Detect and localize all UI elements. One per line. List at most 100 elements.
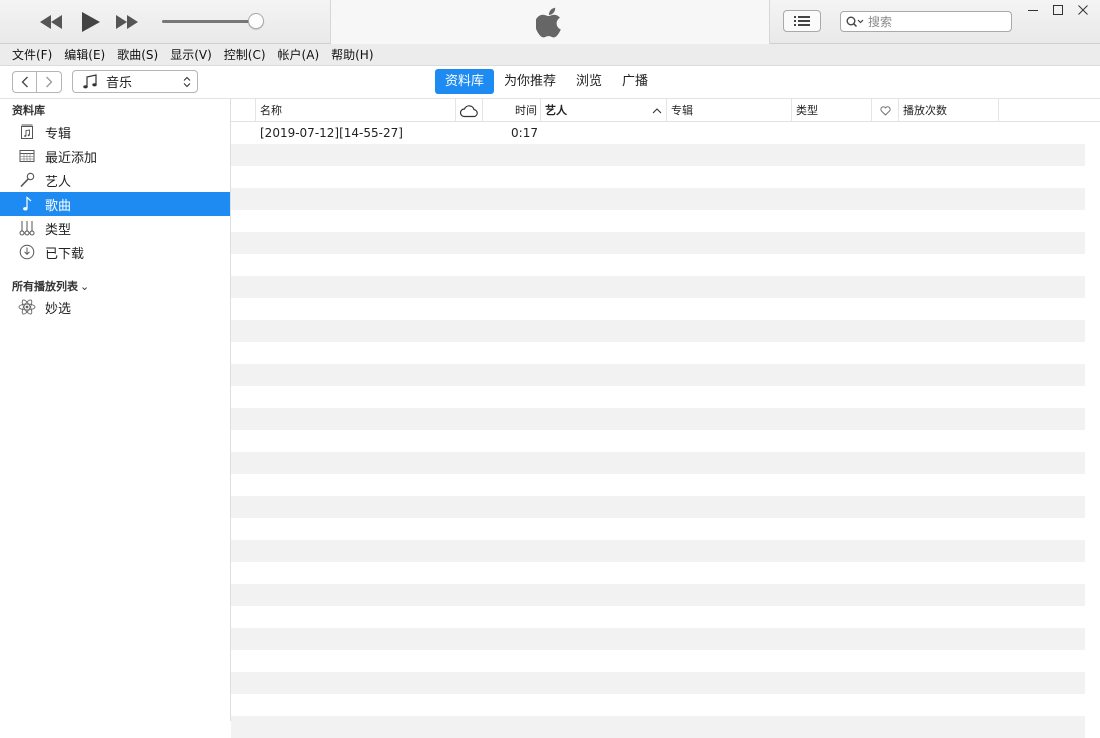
up-next-list-button[interactable] xyxy=(783,10,821,32)
search-icon xyxy=(846,16,864,27)
sidebar-item-label: 歌曲 xyxy=(45,198,72,214)
empty-table-row xyxy=(231,188,1085,210)
search-input[interactable] xyxy=(868,14,998,29)
empty-table-row xyxy=(231,210,1085,232)
player-bar xyxy=(0,0,1100,44)
empty-table-row xyxy=(231,386,1085,408)
sidebar-item-label: 类型 xyxy=(45,222,72,238)
chevron-down-icon: ⌄ xyxy=(80,280,90,293)
cloud-icon xyxy=(459,105,478,118)
music-note-icon xyxy=(18,195,36,213)
list-icon xyxy=(794,16,810,26)
genius-icon xyxy=(18,298,36,316)
column-header-genre[interactable]: 类型 xyxy=(792,99,872,122)
genres-icon xyxy=(18,219,36,237)
empty-table-row xyxy=(231,232,1085,254)
updown-chevron-icon xyxy=(183,76,191,87)
table-row[interactable]: [2019-07-12][14-55-27] 0:17 xyxy=(231,122,1085,144)
sidebar: 资料库 专辑 最近添加 艺人 歌曲 类型 已下载 所有播放列表 ⌄ 妙选 xyxy=(0,99,231,721)
empty-table-row xyxy=(231,276,1085,298)
album-icon xyxy=(18,123,36,141)
navigation-bar: 音乐 资料库 为你推荐 浏览 广播 xyxy=(0,66,1100,99)
empty-table-row xyxy=(231,254,1085,276)
volume-slider[interactable] xyxy=(162,20,258,23)
column-header-love[interactable] xyxy=(872,99,899,122)
heart-icon xyxy=(880,106,891,116)
sidebar-item-label: 已下载 xyxy=(45,246,85,262)
tab-for-you[interactable]: 为你推荐 xyxy=(494,69,566,94)
empty-table-row xyxy=(231,144,1085,166)
sidebar-item-recently-added[interactable]: 最近添加 xyxy=(0,144,230,168)
sidebar-item-label: 专辑 xyxy=(45,126,72,142)
media-kind-label: 音乐 xyxy=(106,76,133,91)
table-rows: [2019-07-12][14-55-27] 0:17 xyxy=(231,122,1085,738)
apple-logo-icon xyxy=(535,7,564,42)
menu-account[interactable]: 帐户(A) xyxy=(272,45,326,65)
menu-edit[interactable]: 编辑(E) xyxy=(58,45,111,65)
menu-bar: 文件(F) 编辑(E) 歌曲(S) 显示(V) 控制(C) 帐户(A) 帮助(H… xyxy=(0,44,1100,66)
downloaded-icon xyxy=(18,243,36,261)
sidebar-item-albums[interactable]: 专辑 xyxy=(0,120,230,144)
empty-table-row xyxy=(231,342,1085,364)
empty-table-row xyxy=(231,518,1085,540)
column-header-album[interactable]: 专辑 xyxy=(667,99,792,122)
back-button[interactable] xyxy=(12,71,37,93)
section-tabs: 资料库 为你推荐 浏览 广播 xyxy=(435,69,658,94)
sidebar-item-songs[interactable]: 歌曲 xyxy=(0,192,230,216)
empty-table-row xyxy=(231,540,1085,562)
playlists-section-title[interactable]: 所有播放列表 ⌄ xyxy=(12,278,89,294)
menu-file[interactable]: 文件(F) xyxy=(6,45,58,65)
empty-table-row xyxy=(231,584,1085,606)
play-icon[interactable] xyxy=(77,11,103,33)
empty-table-row xyxy=(231,320,1085,342)
recently-added-icon xyxy=(18,147,36,165)
menu-controls[interactable]: 控制(C) xyxy=(218,45,272,65)
song-time: 0:17 xyxy=(511,126,538,140)
empty-table-row xyxy=(231,606,1085,628)
empty-table-row xyxy=(231,166,1085,188)
forward-button[interactable] xyxy=(37,71,62,93)
tab-radio[interactable]: 广播 xyxy=(612,69,658,94)
empty-table-row xyxy=(231,650,1085,672)
menu-help[interactable]: 帮助(H) xyxy=(325,45,379,65)
tab-browse[interactable]: 浏览 xyxy=(566,69,612,94)
playlists-section-label: 所有播放列表 xyxy=(12,280,78,293)
chevron-right-icon xyxy=(46,76,53,88)
tab-library[interactable]: 资料库 xyxy=(435,69,495,94)
search-field[interactable] xyxy=(840,11,1012,32)
empty-table-row xyxy=(231,298,1085,320)
rewind-icon[interactable] xyxy=(38,11,64,33)
sidebar-item-label: 妙选 xyxy=(45,301,72,317)
empty-table-row xyxy=(231,364,1085,386)
column-header-spacer xyxy=(231,99,256,122)
microphone-icon xyxy=(18,171,36,189)
media-kind-selector[interactable]: 音乐 xyxy=(72,70,198,93)
sidebar-item-downloaded[interactable]: 已下载 xyxy=(0,240,230,264)
sort-ascending-icon xyxy=(652,108,662,114)
minimize-icon[interactable] xyxy=(1022,2,1044,18)
column-header-plays[interactable]: 播放次数 xyxy=(899,99,999,122)
column-header-artist-label: 艺人 xyxy=(545,104,567,117)
sidebar-item-artists[interactable]: 艺人 xyxy=(0,168,230,192)
sidebar-item-genius[interactable]: 妙选 xyxy=(0,295,230,319)
scrollbar-gutter[interactable] xyxy=(1085,122,1100,721)
column-header-cloud[interactable] xyxy=(456,99,483,122)
column-header-time[interactable]: 时间 xyxy=(483,99,541,122)
maximize-icon[interactable] xyxy=(1047,2,1069,18)
sidebar-item-genres[interactable]: 类型 xyxy=(0,216,230,240)
sidebar-item-label: 最近添加 xyxy=(45,150,98,166)
fast-forward-icon[interactable] xyxy=(114,11,140,33)
empty-table-row xyxy=(231,496,1085,518)
empty-table-row xyxy=(231,452,1085,474)
column-header-artist[interactable]: 艺人 xyxy=(541,99,667,122)
menu-song[interactable]: 歌曲(S) xyxy=(111,45,164,65)
column-header-name[interactable]: 名称 xyxy=(256,99,456,122)
volume-knob[interactable] xyxy=(248,13,264,29)
songs-table: 名称 时间 艺人 专辑 类型 播放次数 [2019-07-12][14-55-2… xyxy=(231,99,1100,738)
song-name: [2019-07-12][14-55-27] xyxy=(260,126,403,140)
empty-table-row xyxy=(231,408,1085,430)
close-icon[interactable] xyxy=(1072,2,1094,18)
empty-table-row xyxy=(231,716,1085,738)
empty-table-row xyxy=(231,672,1085,694)
menu-view[interactable]: 显示(V) xyxy=(164,45,218,65)
